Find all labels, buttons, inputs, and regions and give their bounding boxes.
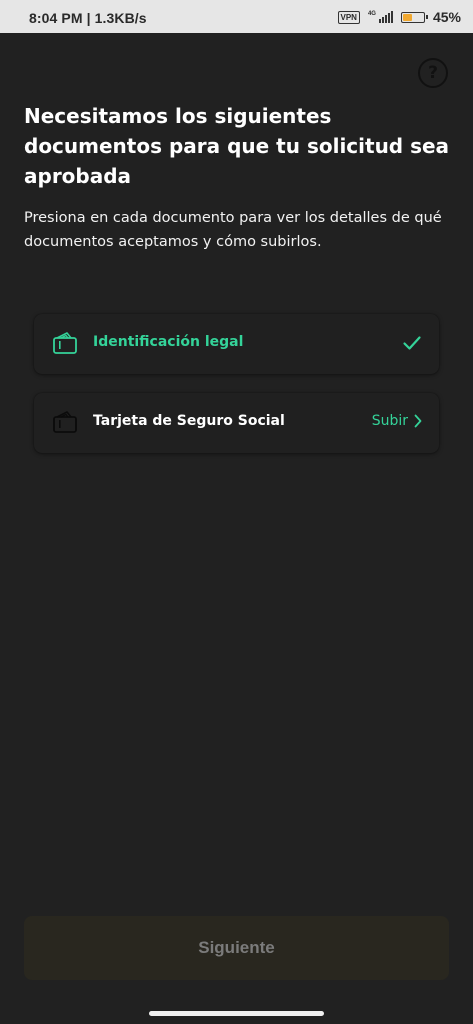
battery-level-fill [402,13,412,21]
document-label: Tarjeta de Seguro Social [93,413,285,429]
chevron-right-icon [414,414,422,428]
home-indicator[interactable] [149,1011,324,1016]
page-subtitle: Presiona en cada documento para ver los … [24,210,442,250]
document-item-tarjeta-seguro-social[interactable]: Tarjeta de Seguro Social Subir [34,393,439,453]
next-button[interactable]: Siguiente [24,916,449,980]
vpn-icon: VPN [337,10,360,24]
wallet-icon [53,411,77,433]
document-label: Identificación legal [93,334,244,350]
page-title: Necesitamos los siguientes documentos pa… [24,104,450,188]
help-button[interactable]: ? [418,58,448,88]
check-icon [403,336,421,350]
status-indicators: VPN 4G 45% [337,9,461,25]
battery-icon [400,11,428,23]
wallet-icon [53,332,77,354]
signal-icon: 4G [368,11,393,23]
network-type: 4G [367,11,376,17]
upload-label: Subir [371,413,408,429]
status-time: 8:04 PM | 1.3KB/s [29,10,147,26]
upload-button[interactable]: Subir [372,413,423,429]
status-bar: 8:04 PM | 1.3KB/s VPN 4G 45% [0,0,473,33]
battery-percent: 45% [432,9,461,25]
document-item-identificacion-legal[interactable]: Identificación legal [34,314,439,374]
question-circle-icon: ? [428,63,438,83]
